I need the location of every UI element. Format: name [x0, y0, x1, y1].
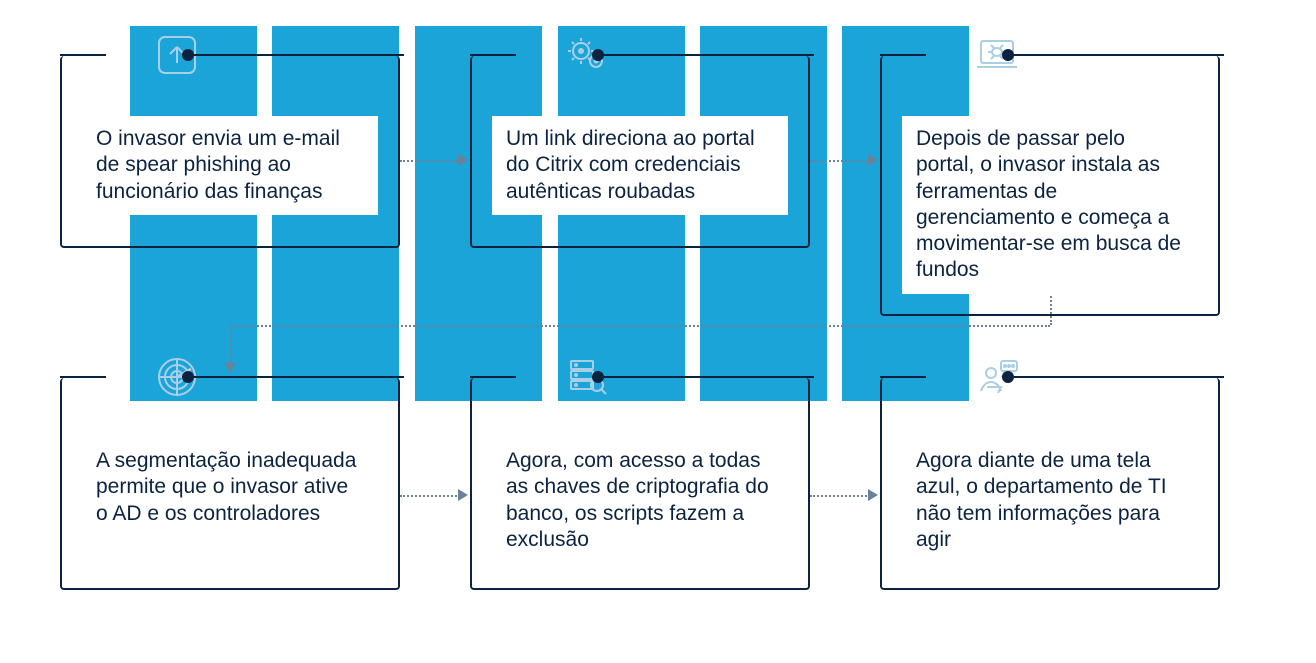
- attack-flow-diagram: O invasor envia um e‑mail de spear phish…: [0, 0, 1316, 663]
- node-dot: [182, 49, 194, 61]
- step-text: Agora diante de uma tela azul, o departa…: [902, 438, 1198, 563]
- arrow-down-to-s4: [230, 325, 232, 365]
- step-frame: O invasor envia um e‑mail de spear phish…: [60, 56, 400, 248]
- node-dot: [1002, 371, 1014, 383]
- step-5: Agora, com acesso a todas as chaves de c…: [470, 378, 810, 590]
- node-dot: [1002, 49, 1014, 61]
- arrow-s4-s5: [400, 495, 460, 497]
- arrowhead-to-s4: [224, 363, 236, 373]
- node-dot: [592, 49, 604, 61]
- arrow-back-row: [230, 325, 1050, 327]
- step-frame: Um link direciona ao portal do Citrix co…: [470, 56, 810, 248]
- arrowhead-s5-s6: [868, 489, 878, 501]
- step-6: Agora diante de uma tela azul, o departa…: [880, 378, 1220, 590]
- node-dot: [592, 371, 604, 383]
- step-frame: A segmentação inadequada permite que o i…: [60, 378, 400, 590]
- arrowhead-s2-s3: [868, 154, 878, 166]
- arrow-s5-s6: [810, 495, 870, 497]
- step-text: A segmentação inadequada permite que o i…: [82, 438, 378, 537]
- step-text: Agora, com acesso a todas as chaves de c…: [492, 438, 788, 563]
- step-4: A segmentação inadequada permite que o i…: [60, 378, 400, 590]
- arrowhead-s1-s2: [458, 154, 468, 166]
- step-2: Um link direciona ao portal do Citrix co…: [470, 56, 810, 248]
- step-text: O invasor envia um e‑mail de spear phish…: [82, 116, 378, 215]
- step-frame: Agora diante de uma tela azul, o departa…: [880, 378, 1220, 590]
- arrowhead-s4-s5: [458, 489, 468, 501]
- step-text: Depois de passar pelo portal, o invasor …: [902, 116, 1198, 294]
- step-frame: Agora, com acesso a todas as chaves de c…: [470, 378, 810, 590]
- node-dot: [182, 371, 194, 383]
- step-frame: Depois de passar pelo portal, o invasor …: [880, 56, 1220, 316]
- step-text: Um link direciona ao portal do Citrix co…: [492, 116, 788, 215]
- arrow-s2-s3: [810, 160, 870, 162]
- arrow-s1-s2: [400, 160, 460, 162]
- step-3: Depois de passar pelo portal, o invasor …: [880, 56, 1220, 316]
- step-1: O invasor envia um e‑mail de spear phish…: [60, 56, 400, 248]
